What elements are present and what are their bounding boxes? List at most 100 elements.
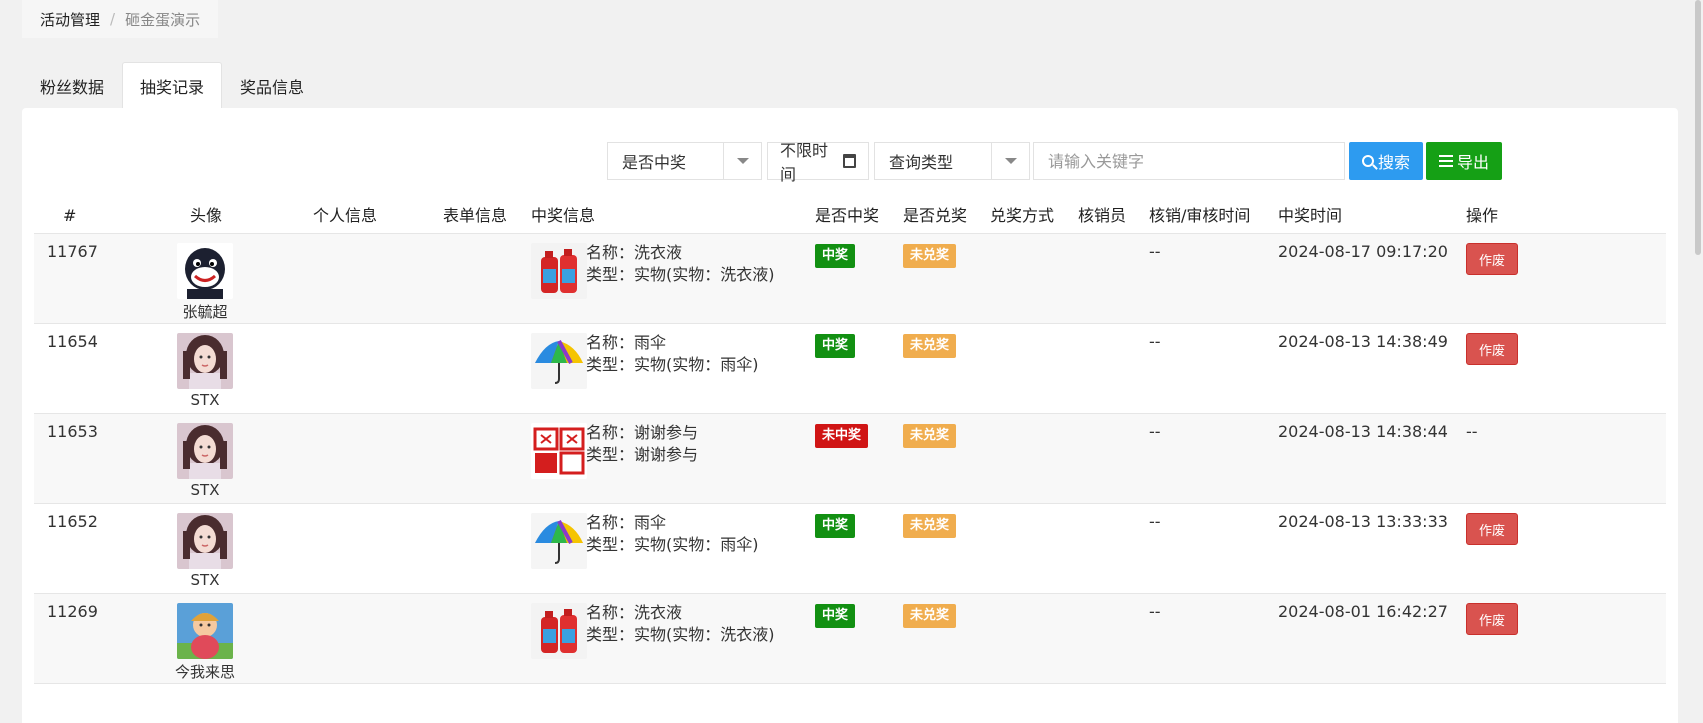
column-header-form-info: 表单信息 <box>443 206 508 225</box>
tab-fans[interactable]: 粉丝数据 <box>22 62 122 108</box>
table-body: 11767 张毓超 名称：洗衣液 类型：实物(实物：洗衣液) 中奖 未兑奖 --… <box>34 234 1666 684</box>
record-id: 11654 <box>47 332 98 351</box>
verify-time: -- <box>1149 242 1161 261</box>
user-avatar-cell: STX <box>150 513 260 589</box>
tab-draw-records[interactable]: 抽奖记录 <box>122 62 223 108</box>
prize-info: 名称：雨伞 类型：实物(实物：雨伞) <box>586 512 759 556</box>
prize-name: 雨伞 <box>634 333 667 352</box>
detergent-icon <box>531 243 587 299</box>
prize-type-prefix: 类型： <box>586 535 635 554</box>
avatar[interactable] <box>177 333 233 389</box>
record-id: 11653 <box>47 422 98 441</box>
breadcrumb-item-activity[interactable]: 活动管理 <box>40 9 100 30</box>
prize-type-prefix: 类型： <box>586 625 635 644</box>
chevron-down-icon[interactable] <box>723 143 761 179</box>
detergent-icon <box>531 603 587 659</box>
redeem-status-badge: 未兑奖 <box>903 244 957 268</box>
prize-type-prefix: 类型： <box>586 445 635 464</box>
void-button[interactable]: 作废 <box>1466 603 1518 635</box>
void-button[interactable]: 作废 <box>1466 243 1518 275</box>
prize-info: 名称：雨伞 类型：实物(实物：雨伞) <box>586 332 759 376</box>
avatar[interactable] <box>177 243 233 299</box>
record-id: 11269 <box>47 602 98 621</box>
page-scrollbar[interactable] <box>1693 0 1703 723</box>
win-status-badge: 中奖 <box>815 604 856 628</box>
prize-info: 名称：洗衣液 类型：实物(实物：洗衣液) <box>586 242 775 286</box>
avatar[interactable] <box>177 603 233 659</box>
prize-name: 洗衣液 <box>634 243 683 262</box>
list-icon <box>1438 155 1453 167</box>
column-header-id: # <box>63 206 77 225</box>
prize-type: 实物(实物：雨伞) <box>634 535 759 554</box>
prize-name-prefix: 名称： <box>586 243 635 262</box>
prize-name: 谢谢参与 <box>634 423 699 442</box>
prize-type-prefix: 类型： <box>586 265 635 284</box>
column-header-verifier: 核销员 <box>1078 206 1127 225</box>
chevron-down-icon[interactable] <box>991 143 1029 179</box>
win-status-select-value: 是否中奖 <box>622 153 687 172</box>
win-time: 2024-08-13 14:38:44 <box>1278 422 1448 441</box>
breadcrumb-current: 砸金蛋演示 <box>125 10 201 29</box>
win-status-badge: 中奖 <box>815 514 856 538</box>
redeem-status-badge: 未兑奖 <box>903 604 957 628</box>
prize-name-prefix: 名称： <box>586 423 635 442</box>
column-header-redeem-method: 兑奖方式 <box>990 206 1055 225</box>
win-status-badge: 中奖 <box>815 244 856 268</box>
prize-type: 实物(实物：雨伞) <box>634 355 759 374</box>
column-header-actions: 操作 <box>1466 206 1499 225</box>
calendar-icon <box>842 154 856 168</box>
column-header-verify-time: 核销/审核时间 <box>1149 206 1251 225</box>
win-status-badge: 中奖 <box>815 334 856 358</box>
query-type-select-value: 查询类型 <box>889 153 954 172</box>
avatar[interactable] <box>177 423 233 479</box>
scrollbar-thumb[interactable] <box>1695 0 1701 255</box>
user-nickname: STX <box>190 391 220 409</box>
user-nickname: STX <box>190 571 220 589</box>
search-icon <box>1361 155 1374 167</box>
user-nickname: STX <box>190 481 220 499</box>
table-header: # 头像 个人信息 表单信息 中奖信息 是否中奖 是否兑奖 兑奖方式 核销员 核… <box>34 198 1666 234</box>
column-header-avatar: 头像 <box>190 206 223 225</box>
umbrella-icon <box>531 333 587 389</box>
user-avatar-cell: STX <box>150 333 260 409</box>
search-button[interactable]: 搜索 <box>1349 142 1423 180</box>
query-type-select[interactable]: 查询类型 <box>874 142 1030 180</box>
umbrella-icon <box>531 513 587 569</box>
user-avatar-cell: STX <box>150 423 260 499</box>
table-row: 11653 STX 名称：谢谢参与 类型：谢谢参与 未中奖 未兑奖 -- 202… <box>34 414 1666 504</box>
win-time: 2024-08-13 14:38:49 <box>1278 332 1448 351</box>
column-header-is-redeemed: 是否兑奖 <box>903 206 968 225</box>
void-button[interactable]: 作废 <box>1466 513 1518 545</box>
redeem-status-badge: 未兑奖 <box>903 424 957 448</box>
column-header-prize-info: 中奖信息 <box>531 206 596 225</box>
tab-bar: 粉丝数据 抽奖记录 奖品信息 <box>22 62 322 108</box>
tab-prizes[interactable]: 奖品信息 <box>222 62 322 108</box>
content-panel: 是否中奖 不限时间 查询类型 搜索 导出 # 头像 个人信息 表单信息 中奖信息 <box>22 108 1678 723</box>
search-button-label: 搜索 <box>1377 153 1410 172</box>
win-time: 2024-08-13 13:33:33 <box>1278 512 1448 531</box>
record-id: 11767 <box>47 242 98 261</box>
keyword-search-input[interactable] <box>1033 142 1345 180</box>
prize-name-prefix: 名称： <box>586 333 635 352</box>
prize-type: 实物(实物：洗衣液) <box>634 625 775 644</box>
void-button[interactable]: 作废 <box>1466 333 1518 365</box>
export-button[interactable]: 导出 <box>1426 142 1502 180</box>
filter-toolbar: 是否中奖 不限时间 查询类型 搜索 导出 <box>22 141 1678 184</box>
redeem-status-badge: 未兑奖 <box>903 514 957 538</box>
win-status-select[interactable]: 是否中奖 <box>607 142 762 180</box>
thanks-icon <box>531 423 587 479</box>
table-row: 11767 张毓超 名称：洗衣液 类型：实物(实物：洗衣液) 中奖 未兑奖 --… <box>34 234 1666 324</box>
prize-info: 名称：谢谢参与 类型：谢谢参与 <box>586 422 698 466</box>
verify-time: -- <box>1149 512 1161 531</box>
avatar[interactable] <box>177 513 233 569</box>
prize-type: 实物(实物：洗衣液) <box>634 265 775 284</box>
breadcrumb: 活动管理 / 砸金蛋演示 <box>22 0 219 38</box>
date-range-label: 不限时间 <box>780 141 829 184</box>
table-row: 11269 今我来思 名称：洗衣液 类型：实物(实物：洗衣液) 中奖 未兑奖 -… <box>34 594 1666 684</box>
user-avatar-cell: 今我来思 <box>150 603 260 682</box>
prize-name-prefix: 名称： <box>586 603 635 622</box>
prize-type-prefix: 类型： <box>586 355 635 374</box>
date-range-picker[interactable]: 不限时间 <box>767 141 869 184</box>
verify-time: -- <box>1149 422 1161 441</box>
win-status-badge: 未中奖 <box>815 424 869 448</box>
